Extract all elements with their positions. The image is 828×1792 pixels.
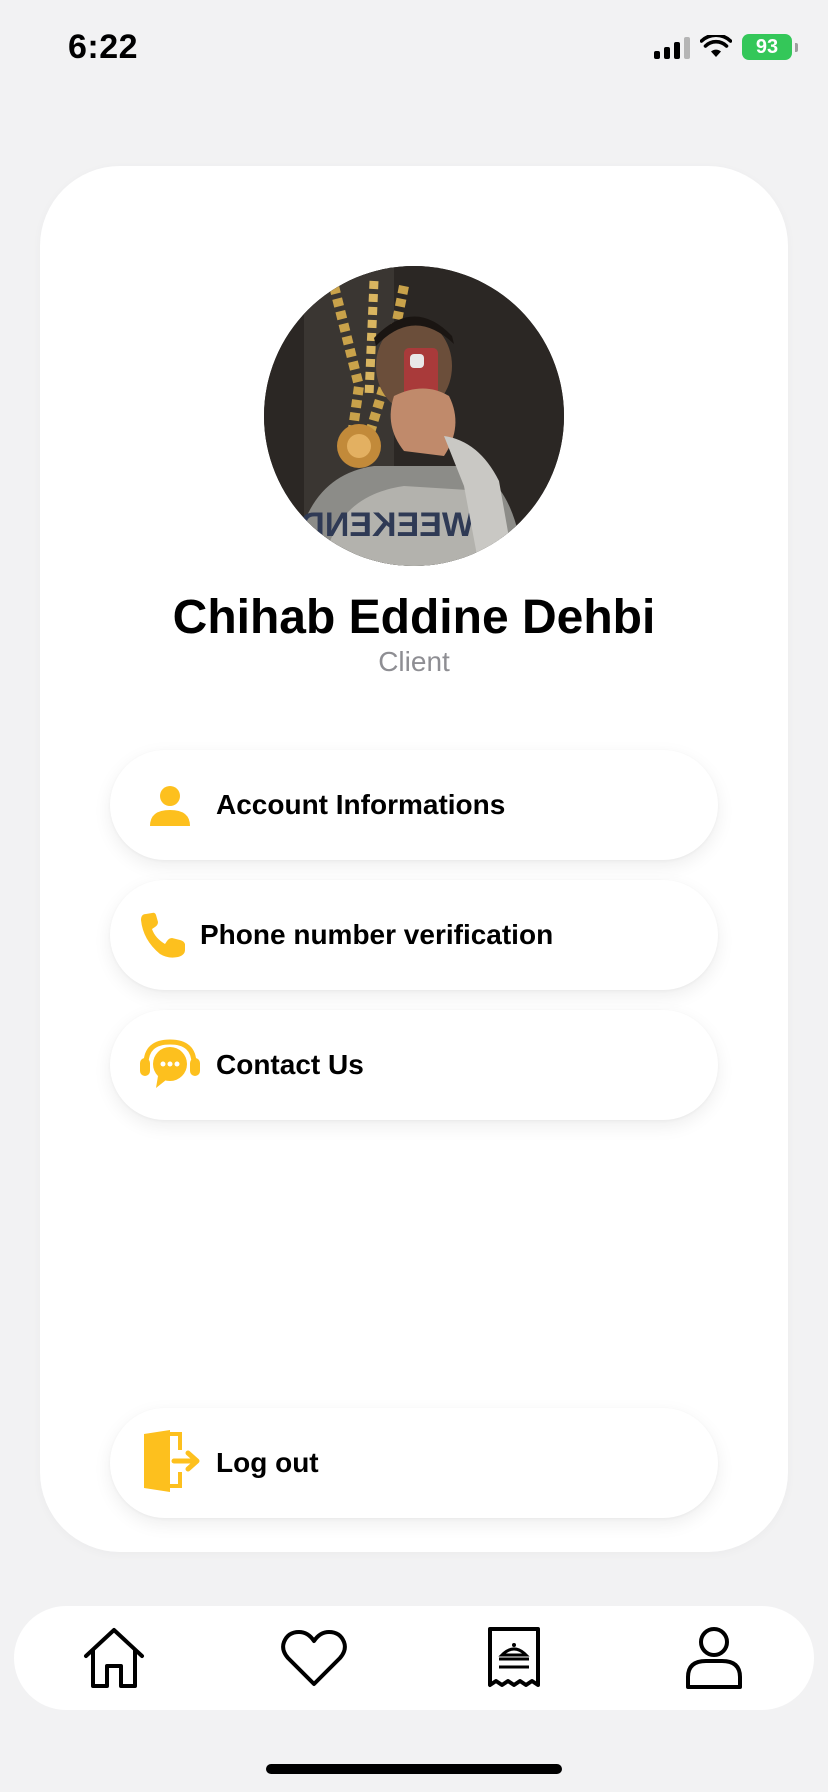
tab-profile[interactable] bbox=[674, 1618, 754, 1698]
avatar-photo: WEEKEND bbox=[264, 266, 564, 566]
phone-icon bbox=[141, 912, 185, 958]
account-informations-label: Account Informations bbox=[216, 789, 506, 820]
tab-bar bbox=[14, 1606, 814, 1710]
home-indicator bbox=[266, 1764, 562, 1774]
logout-button[interactable]: Log out bbox=[110, 1408, 718, 1518]
support-chat-icon bbox=[140, 1039, 200, 1088]
receipt-icon bbox=[488, 1627, 540, 1687]
wifi-icon bbox=[700, 35, 732, 57]
contact-us-label: Contact Us bbox=[216, 1049, 364, 1080]
phone-verification-button[interactable]: Phone number verification bbox=[110, 880, 718, 990]
status-time: 6:22 bbox=[68, 28, 139, 66]
signal-icon bbox=[654, 35, 690, 59]
avatar[interactable]: WEEKEND bbox=[264, 266, 564, 566]
profile-name: Chihab Eddine Dehbi bbox=[172, 591, 656, 644]
account-informations-button[interactable]: Account Informations bbox=[110, 750, 718, 860]
svg-text:WEEKEND: WEEKEND bbox=[300, 506, 474, 544]
profile-card: WEEKEND Chihab Eddine Dehbi Client Accou… bbox=[40, 166, 788, 1552]
contact-us-button[interactable]: Contact Us bbox=[110, 1010, 718, 1120]
tab-orders[interactable] bbox=[474, 1618, 554, 1698]
tab-home[interactable] bbox=[74, 1618, 154, 1698]
profile-icon bbox=[686, 1627, 742, 1689]
heart-icon bbox=[281, 1630, 347, 1686]
person-icon bbox=[150, 786, 190, 826]
logout-label: Log out bbox=[216, 1447, 319, 1478]
battery-level: 93 bbox=[755, 35, 779, 58]
phone-verification-label: Phone number verification bbox=[200, 919, 554, 950]
logout-icon bbox=[144, 1430, 200, 1492]
tab-favorites[interactable] bbox=[274, 1618, 354, 1698]
battery-icon: 93 bbox=[742, 34, 798, 60]
home-icon bbox=[84, 1628, 144, 1688]
status-bar: 6:22 93 bbox=[0, 0, 828, 100]
status-icons: 93 bbox=[654, 34, 798, 60]
profile-role: Client bbox=[378, 646, 450, 677]
